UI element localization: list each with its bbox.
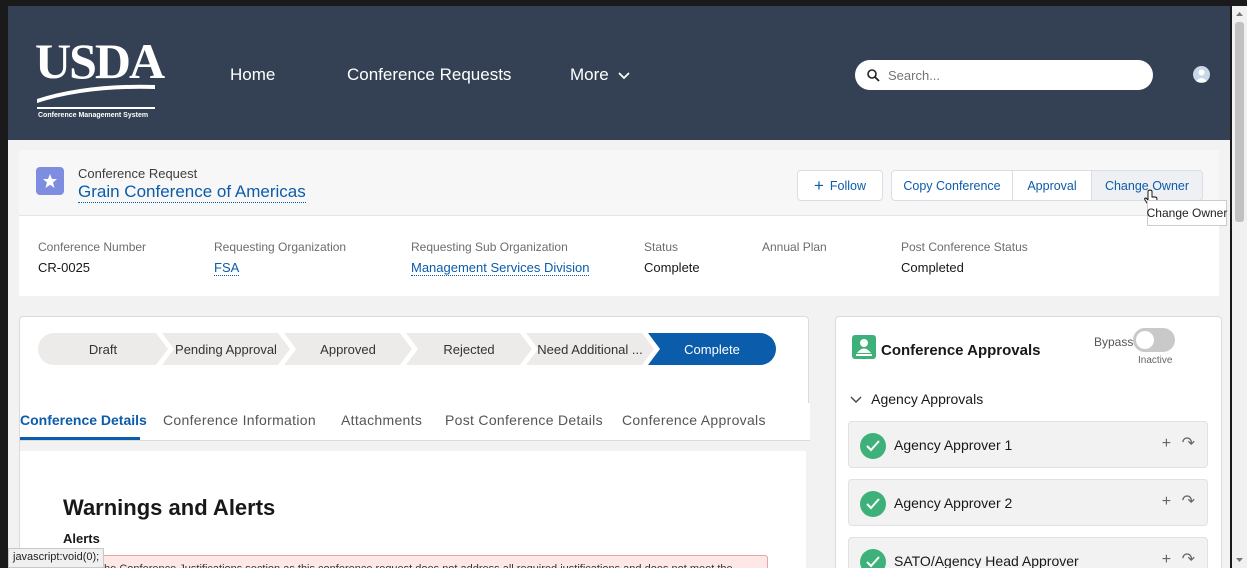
status-path: Draft Pending Approval Approved Rejected…: [38, 333, 778, 365]
reassign-icon[interactable]: ↷: [1182, 551, 1195, 568]
field-label-sub-organization: Requesting Sub Organization: [411, 240, 568, 254]
search-icon: [867, 68, 880, 82]
path-step-need-additional[interactable]: Need Additional ...: [526, 333, 654, 365]
field-label-conference-number: Conference Number: [38, 240, 147, 254]
follow-button[interactable]: + Follow: [797, 170, 883, 201]
approver-name: SATO/Agency Head Approver: [894, 553, 1079, 568]
active-tab-indicator: [20, 437, 140, 440]
approver-row: Agency Approver 1 + ↷: [848, 421, 1208, 468]
field-label-post-conference-status: Post Conference Status: [901, 240, 1028, 254]
search-input[interactable]: [888, 67, 1128, 83]
field-label-status: Status: [644, 240, 679, 254]
bypass-label: Bypass: [1094, 335, 1134, 349]
field-value-status: Complete: [644, 260, 700, 275]
logo-subtitle: Conference Management System: [38, 112, 149, 119]
approvals-icon: [852, 335, 876, 359]
usda-logo[interactable]: USDA Conference Management System: [35, 36, 165, 119]
toggle-knob: [1136, 331, 1154, 349]
chevron-down-icon: [618, 72, 631, 80]
nav-conference-requests[interactable]: Conference Requests: [347, 65, 511, 85]
app-frame: USDA Conference Management System Home C…: [8, 6, 1230, 568]
change-owner-tooltip: Change Owner: [1147, 200, 1227, 226]
check-icon: [860, 433, 886, 459]
approver-name: Agency Approver 1: [894, 437, 1013, 453]
status-bar-url: javascript:void(0);: [8, 548, 105, 568]
check-icon: [860, 491, 886, 517]
record-highlights: Conference Request Grain Conference of A…: [19, 150, 1219, 296]
global-header: USDA Conference Management System Home C…: [8, 6, 1230, 140]
logo-swoosh-icon: [37, 84, 155, 109]
reassign-icon[interactable]: ↷: [1182, 435, 1195, 452]
approver-row: SATO/Agency Head Approver + ↷: [848, 537, 1208, 568]
field-label-requesting-organization: Requesting Organization: [214, 240, 347, 254]
tab-conference-approvals[interactable]: Conference Approvals: [622, 412, 766, 428]
path-step-draft[interactable]: Draft: [38, 333, 168, 365]
add-icon[interactable]: +: [1162, 493, 1171, 510]
page-scrollbar[interactable]: [1232, 6, 1247, 568]
reassign-icon[interactable]: ↷: [1182, 493, 1195, 510]
bypass-state: Inactive: [1138, 355, 1173, 366]
record-star-icon: [36, 167, 64, 195]
tab-conference-information[interactable]: Conference Information: [163, 412, 316, 428]
record-type-label: Conference Request: [78, 166, 198, 181]
row-actions: + ↷: [1162, 433, 1195, 453]
field-label-annual-plan: Annual Plan: [762, 240, 827, 254]
path-step-rejected[interactable]: Rejected: [406, 333, 532, 365]
global-search[interactable]: [855, 60, 1153, 90]
tab-attachments[interactable]: Attachments: [341, 412, 422, 428]
tab-post-conference-details[interactable]: Post Conference Details: [445, 412, 603, 428]
tab-conference-details[interactable]: Conference Details: [20, 412, 147, 428]
row-actions: + ↷: [1162, 491, 1195, 511]
bypass-toggle[interactable]: [1133, 328, 1175, 352]
record-tabs: Conference Details Conference Informatio…: [20, 403, 810, 441]
alert-message: the Conference Justifications section as…: [56, 555, 768, 568]
user-avatar-icon[interactable]: [1193, 66, 1210, 83]
record-main-panel: Draft Pending Approval Approved Rejected…: [19, 316, 810, 568]
details-card: Warnings and Alerts Alerts the Conferenc…: [20, 451, 806, 568]
approval-button[interactable]: Approval: [1012, 170, 1092, 201]
field-value-post-conference-status: Completed: [901, 260, 964, 275]
row-actions: + ↷: [1162, 549, 1195, 568]
warnings-heading: Warnings and Alerts: [63, 495, 276, 520]
approver-name: Agency Approver 2: [894, 495, 1013, 511]
plus-icon: +: [813, 175, 824, 195]
copy-conference-button[interactable]: Copy Conference: [891, 170, 1013, 201]
check-icon: [860, 549, 886, 568]
alerts-label: Alerts: [63, 531, 100, 546]
agency-approvals-section[interactable]: Agency Approvals: [850, 391, 983, 407]
approvals-title: Conference Approvals: [881, 342, 1041, 359]
add-icon[interactable]: +: [1162, 551, 1171, 568]
nav-home[interactable]: Home: [230, 65, 275, 85]
approvals-panel: Conference Approvals Bypass Inactive Age…: [835, 316, 1222, 568]
field-value-requesting-organization[interactable]: FSA: [214, 260, 240, 276]
chevron-down-icon: [850, 396, 862, 403]
record-header: Conference Request Grain Conference of A…: [19, 150, 1219, 216]
approver-row: Agency Approver 2 + ↷: [848, 479, 1208, 526]
add-icon[interactable]: +: [1162, 435, 1171, 452]
tab-content: Warnings and Alerts Alerts the Conferenc…: [20, 441, 810, 568]
record-title[interactable]: Grain Conference of Americas: [78, 182, 306, 203]
field-value-sub-organization[interactable]: Management Services Division: [411, 260, 590, 276]
nav-more[interactable]: More: [570, 65, 631, 85]
path-step-pending-approval[interactable]: Pending Approval: [162, 333, 290, 365]
path-step-approved[interactable]: Approved: [284, 333, 412, 365]
field-value-conference-number: CR-0025: [38, 260, 91, 275]
path-step-complete[interactable]: Complete: [648, 333, 776, 365]
